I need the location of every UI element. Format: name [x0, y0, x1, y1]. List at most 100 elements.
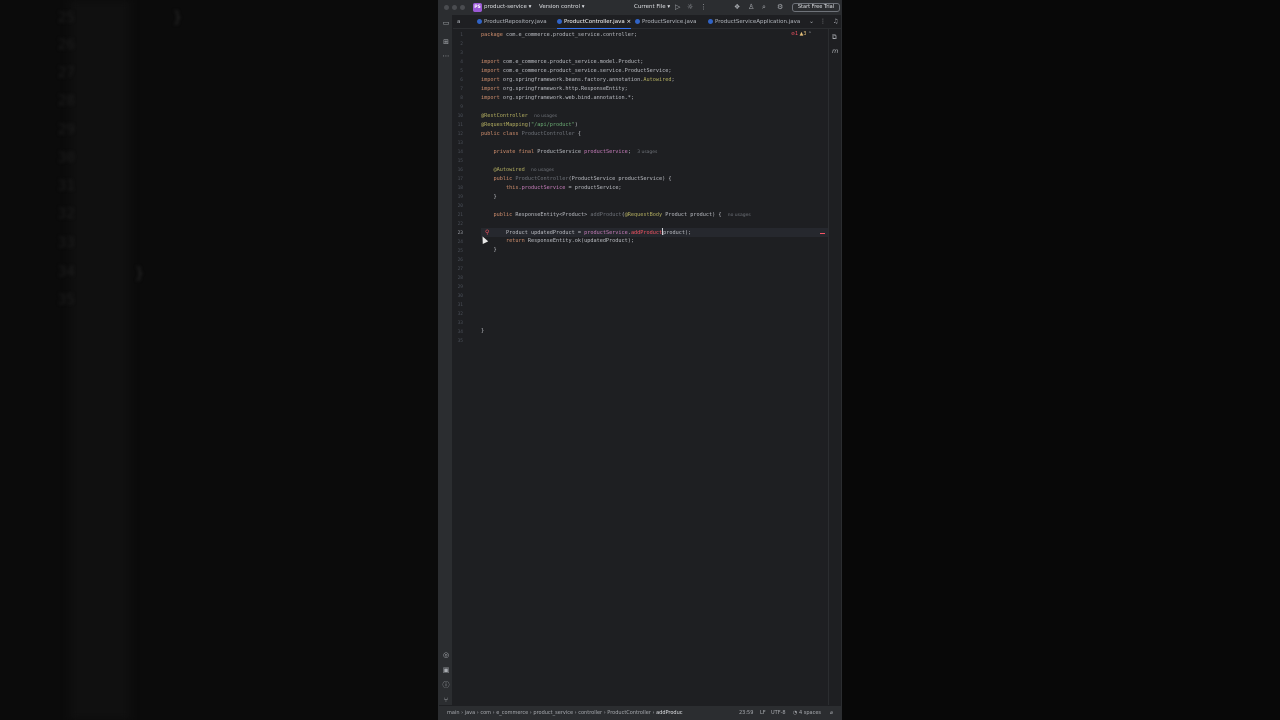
start-free-trial-button[interactable]: Start Free Trial [792, 3, 840, 12]
line-number: 33 [457, 321, 463, 326]
line-number: 24 [457, 240, 463, 245]
run-config-selector[interactable]: Current File ▾ [634, 4, 670, 10]
breadcrumb-item[interactable]: product_service [533, 710, 573, 716]
status-bar: main › java › com › e_commerce › product… [439, 705, 841, 720]
file-encoding[interactable]: UTF-8 [771, 710, 786, 716]
background-line-number: 25 [58, 10, 75, 26]
usage-hint: 3 usages [637, 150, 658, 155]
more-icon[interactable]: ⋯ [442, 52, 450, 60]
line-number: 4 [460, 60, 463, 65]
version-control-menu[interactable]: Version control ▾ [539, 4, 585, 10]
readonly-toggle-icon[interactable]: ⌀ [830, 710, 833, 716]
code-editor[interactable]: package com.e_commerce.product_service.c… [481, 29, 828, 705]
java-file-icon [557, 18, 562, 24]
services-icon[interactable]: ◎ [442, 651, 450, 659]
background-brace: } [173, 8, 183, 26]
close-icon[interactable]: × [626, 19, 631, 25]
line-number: 9 [460, 105, 463, 110]
more-icon[interactable]: ⋮ [700, 3, 707, 12]
usage-hint: no usages [534, 114, 558, 119]
project-name: product-service [484, 4, 527, 10]
maximize-window-button[interactable] [460, 5, 465, 10]
line-number: 18 [457, 186, 463, 191]
account-icon[interactable]: ♙ [748, 3, 754, 12]
line-number: 28 [457, 276, 463, 281]
usage-hint: no usages [530, 168, 554, 173]
breadcrumb-item[interactable]: addProduc [656, 710, 682, 716]
minimize-window-button[interactable] [452, 5, 457, 10]
project-selector[interactable]: product-service ▾ [484, 4, 531, 10]
background-line-number: 35 [58, 292, 75, 308]
tab-product-service-application[interactable]: ProductServiceApplication.java [708, 15, 800, 29]
code-line-8: import org.springframework.web.bind.anno… [481, 95, 635, 101]
background-line-number: 31 [58, 178, 75, 194]
code-line-19: } [481, 194, 497, 200]
tab-label: ProductService.java [642, 19, 697, 25]
line-number: 3 [460, 51, 463, 56]
line-number: 23 [457, 231, 463, 236]
bell-icon[interactable]: ♫ [833, 18, 838, 25]
line-number: 26 [457, 258, 463, 263]
background-line-number: 30 [58, 150, 75, 166]
breadcrumb-item[interactable]: controller [578, 710, 602, 716]
line-number: 2 [460, 42, 463, 47]
background-line-number: 33 [58, 235, 75, 251]
indent-icon: ◔ [793, 710, 798, 716]
background-line-number: 27 [58, 65, 75, 81]
line-number: 32 [457, 312, 463, 317]
maven-icon[interactable]: m [832, 47, 838, 55]
error-stripe-marker[interactable] [820, 233, 825, 234]
code-line-14: private final ProductService productServ… [481, 149, 658, 155]
ai-chat-icon[interactable]: ⧉ [832, 33, 837, 42]
background-line-number: 26 [58, 37, 75, 53]
git-icon[interactable]: ⑂ [442, 696, 450, 704]
background-gutter [70, 0, 130, 720]
tab-product-controller[interactable]: ProductController.java × [557, 15, 632, 29]
run-config-label: Current File [634, 4, 666, 10]
folder-icon[interactable]: ▭ [442, 19, 450, 27]
terminal-icon[interactable]: ▣ [442, 666, 450, 674]
caret-position[interactable]: 23:59 [739, 710, 753, 716]
run-icon[interactable]: ▷ [675, 3, 680, 12]
breadcrumb-item[interactable]: main [447, 710, 460, 716]
code-line-23: Product updatedProduct = productService.… [481, 228, 692, 236]
tab-product-repository[interactable]: ProductRepository.java [477, 15, 547, 29]
search-icon[interactable]: ⌕ [762, 3, 766, 12]
line-number: 7 [460, 87, 463, 92]
code-line-25: } [481, 247, 497, 253]
code-line-18: this.productService = productService; [481, 185, 622, 191]
ide-window: PS product-service ▾ Version control ▾ C… [438, 0, 842, 720]
close-window-button[interactable] [444, 5, 449, 10]
line-number: 29 [457, 285, 463, 290]
line-number: 30 [457, 294, 463, 299]
problems-icon[interactable]: ⓘ [442, 681, 450, 689]
line-number: 17 [457, 177, 463, 182]
more-icon[interactable]: ⋮ [820, 18, 826, 25]
debug-icon[interactable]: ☼ [687, 3, 693, 12]
line-number: 21 [457, 213, 463, 218]
breadcrumb-item[interactable]: com [480, 710, 491, 716]
code-line-24: return ResponseEntity.ok(updatedProduct)… [481, 238, 635, 244]
background-brace: } [135, 264, 145, 282]
line-number: 13 [457, 141, 463, 146]
background-line-number: 29 [58, 122, 75, 138]
tab-label: ProductRepository.java [484, 19, 547, 25]
structure-icon[interactable]: ⊞ [442, 38, 450, 46]
tab-overflow[interactable]: a [457, 15, 460, 29]
background-line-number: 34 [58, 264, 75, 280]
ai-assistant-icon[interactable]: ❖ [734, 3, 740, 12]
indent-setting[interactable]: ◔ 4 spaces [793, 710, 821, 716]
chevron-down-icon: ▾ [667, 4, 671, 10]
tab-product-service[interactable]: ProductService.java [635, 15, 696, 29]
chevron-down-icon[interactable]: ⌄ [809, 18, 814, 25]
breadcrumb-item[interactable]: ProductController [607, 710, 651, 716]
breadcrumb-item[interactable]: e_commerce [496, 710, 528, 716]
breadcrumb-item[interactable]: java [465, 710, 475, 716]
version-control-label: Version control [539, 4, 581, 10]
line-separator[interactable]: LF [760, 710, 766, 716]
settings-icon[interactable]: ⚙ [777, 3, 783, 12]
tab-label: ProductServiceApplication.java [715, 19, 801, 25]
line-number: 34 [457, 330, 463, 335]
line-number: 25 [457, 249, 463, 254]
line-number: 14 [457, 150, 463, 155]
